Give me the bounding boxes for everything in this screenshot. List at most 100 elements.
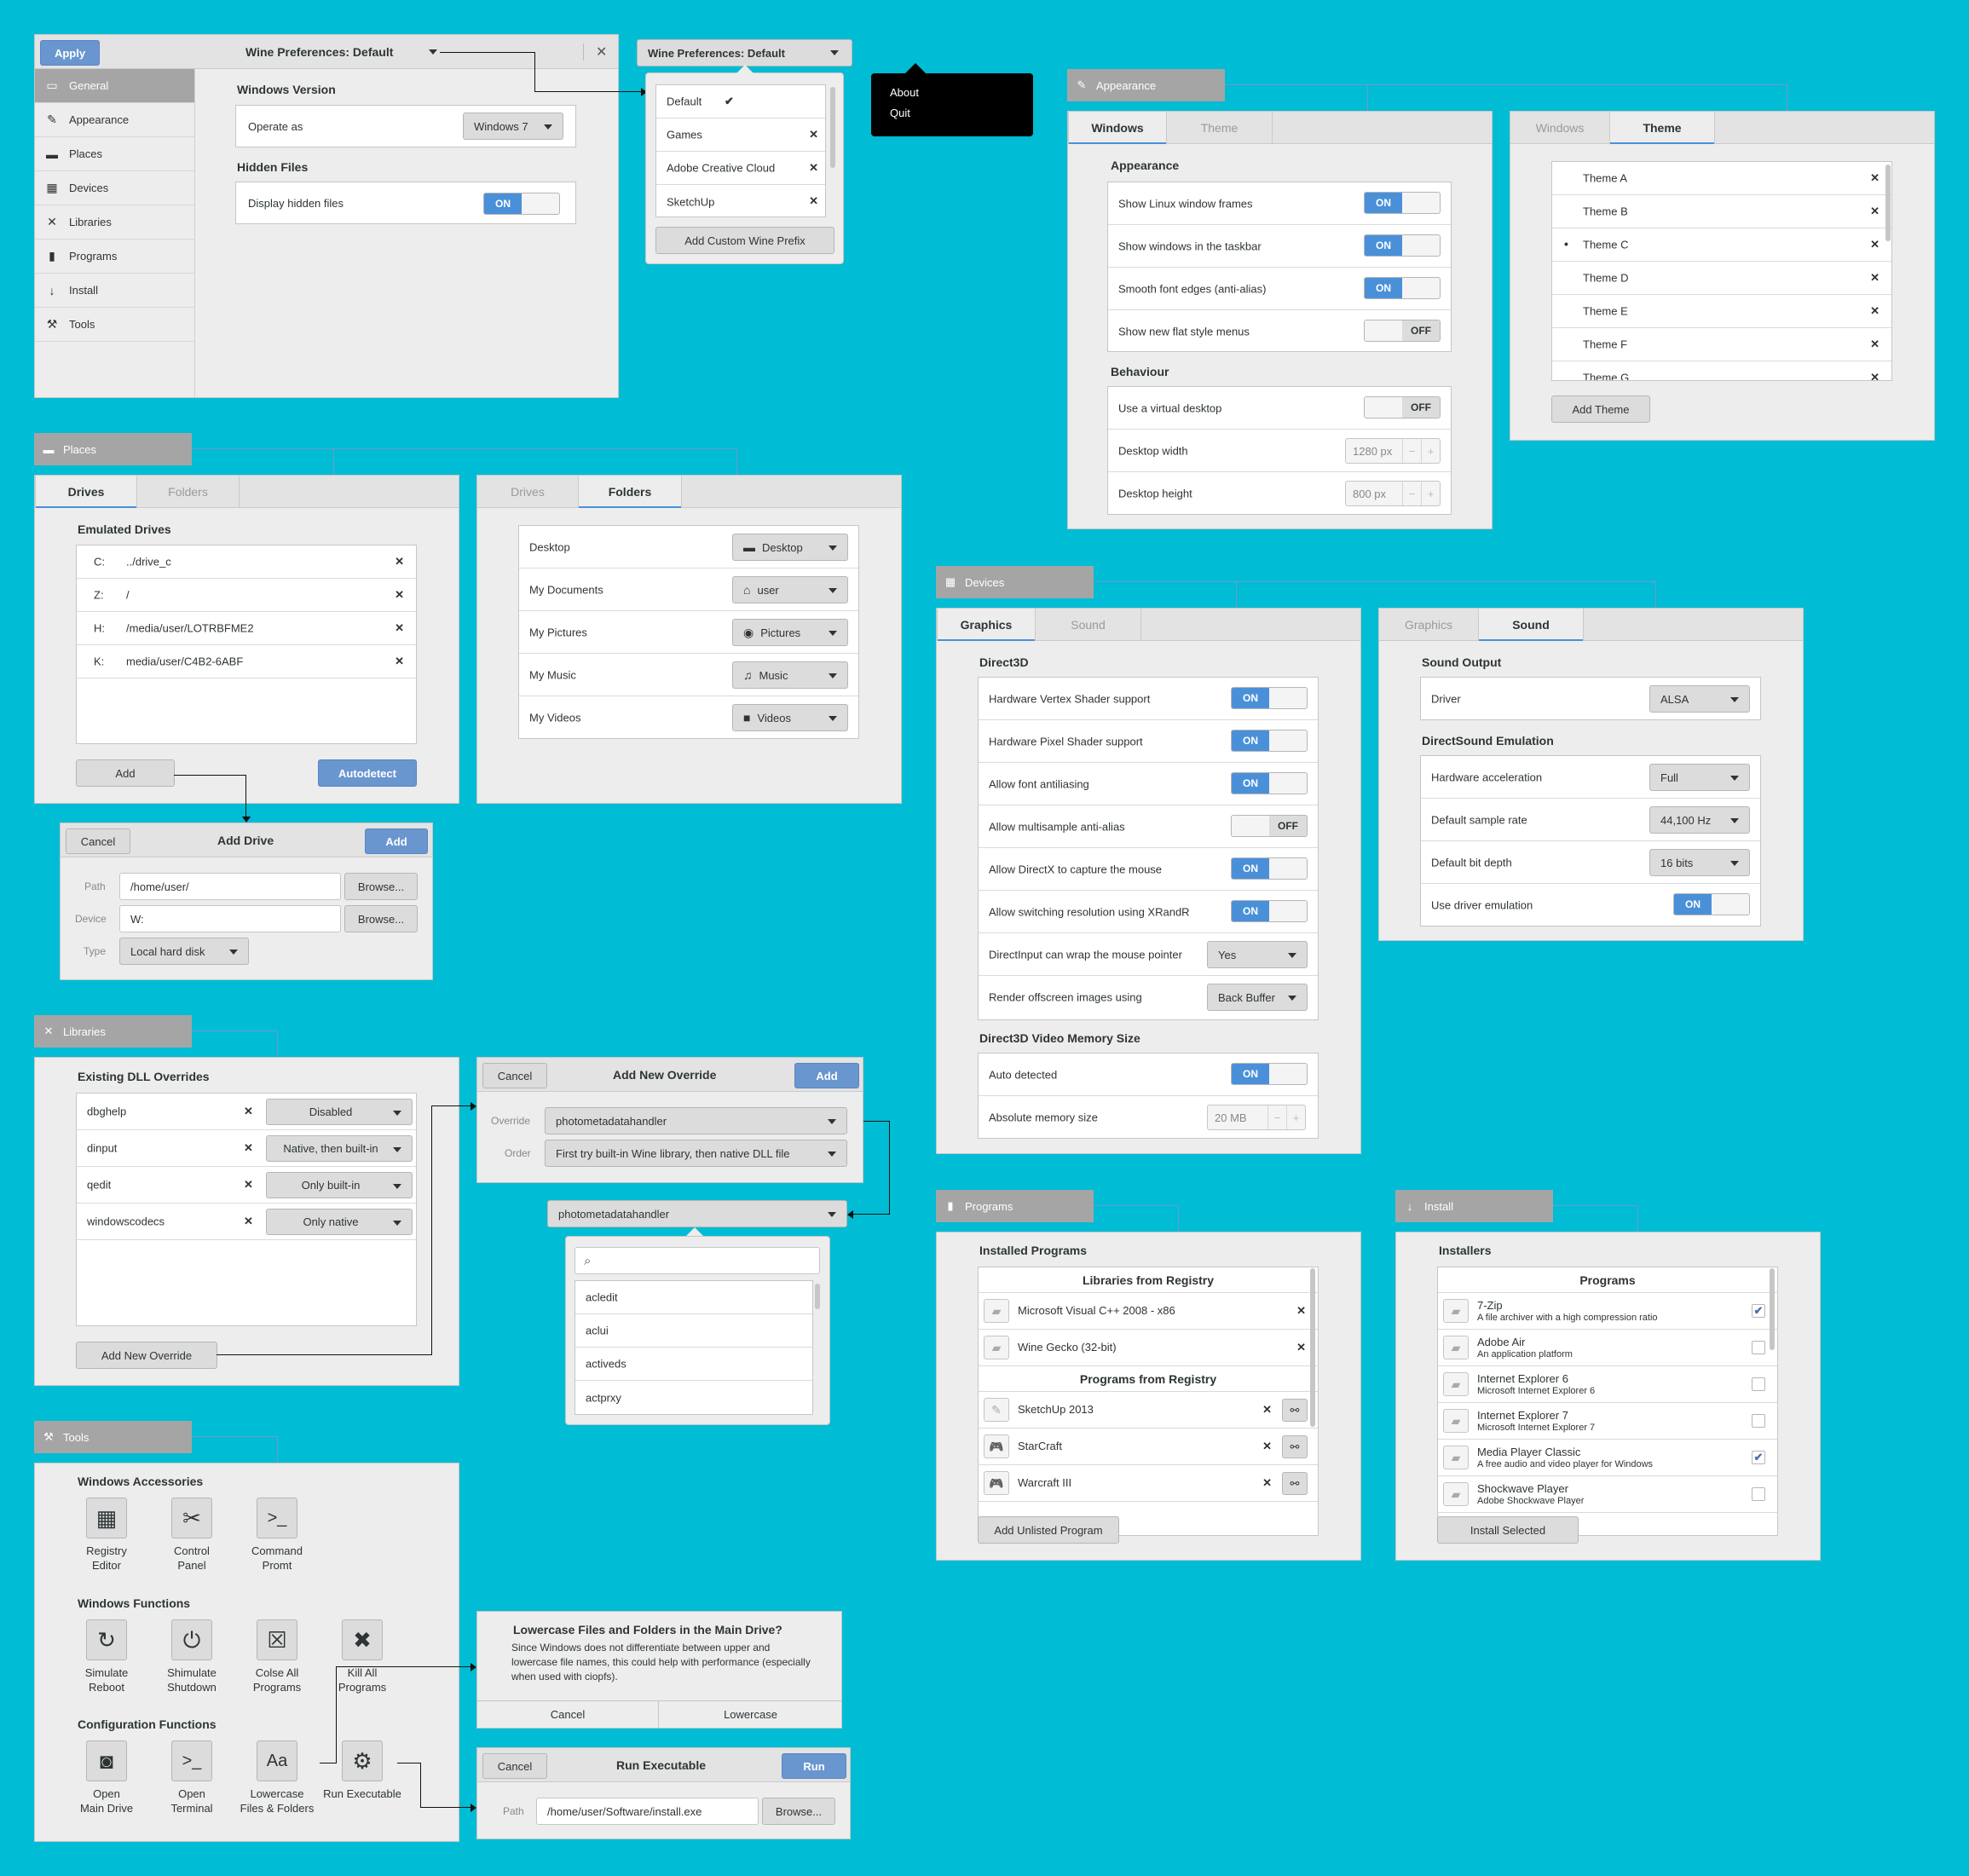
close-icon[interactable]: ✕ [1870, 238, 1880, 251]
menu-item-about[interactable]: About [890, 86, 919, 99]
toggle-switch[interactable]: ON [1231, 857, 1308, 880]
sample-rate-dropdown[interactable]: 44,100 Hz [1649, 806, 1750, 834]
add-unlisted-program-button[interactable]: Add Unlisted Program [978, 1516, 1119, 1544]
drive-row[interactable]: H: /media/user/LOTRBFME2 ✕ [77, 612, 416, 645]
toggle-switch[interactable]: ON [1231, 900, 1308, 922]
memory-spinner[interactable]: 20 MB − + [1207, 1105, 1306, 1130]
sidebar-item-appearance[interactable]: ✎ Appearance [35, 103, 194, 137]
folder-dropdown[interactable]: ♫ Music [732, 661, 848, 689]
sidebar-item-places[interactable]: ▬ Places [35, 137, 194, 171]
tool-lowercase[interactable]: Aa Lowercase Files & Folders [234, 1740, 320, 1815]
cancel-button[interactable]: Cancel [482, 1063, 547, 1088]
tool-shimulate[interactable]: ⏻ Shimulate Shutdown [149, 1619, 234, 1694]
close-icon[interactable]: ✕ [1870, 171, 1880, 185]
scrollbar[interactable] [1310, 1268, 1315, 1427]
prefix-item[interactable]: Games ✕ [656, 118, 825, 152]
installer-row[interactable]: ▰ 7-Zip A file archiver with a high compre… [1438, 1293, 1777, 1330]
program-row[interactable]: 🎮 Warcraft III ✕ ⚯ [979, 1465, 1318, 1502]
tab-graphics[interactable]: Graphics [1379, 609, 1478, 640]
virtual-desktop-switch[interactable]: OFF [1364, 396, 1441, 418]
close-icon[interactable]: ✕ [395, 588, 404, 602]
window-title[interactable]: Wine Preferences: Default [245, 45, 393, 59]
browse-button[interactable]: Browse... [344, 905, 418, 932]
install-selected-button[interactable]: Install Selected [1437, 1516, 1579, 1544]
close-icon[interactable]: ✕ [596, 43, 607, 61]
override-mode-dropdown[interactable]: Only native [266, 1209, 413, 1235]
close-icon[interactable]: ✕ [809, 128, 818, 141]
tool-registry[interactable]: ▦ Registry Editor [64, 1498, 149, 1573]
close-icon[interactable]: ✕ [809, 161, 818, 175]
tool-command[interactable]: >_ Command Promt [234, 1498, 320, 1573]
checkbox[interactable] [1752, 1377, 1765, 1391]
sidebar-item-install[interactable]: ↓ Install [35, 274, 194, 308]
minus-icon[interactable]: − [1267, 1105, 1286, 1129]
close-icon[interactable]: ✕ [1870, 205, 1880, 218]
tab-drives[interactable]: Drives [477, 476, 578, 507]
sidebar-item-programs[interactable]: ▮ Programs [35, 240, 194, 274]
checkbox[interactable]: ✔ [1752, 1304, 1765, 1318]
dll-item[interactable]: activeds [575, 1348, 812, 1381]
add-theme-button[interactable]: Add Theme [1551, 395, 1650, 423]
auto-detected-switch[interactable]: ON [1231, 1063, 1308, 1085]
tab-windows[interactable]: Windows [1068, 112, 1167, 144]
installer-row[interactable]: ▰ Internet Explorer 6 Microsoft Internet E… [1438, 1366, 1777, 1403]
plus-icon[interactable]: + [1286, 1105, 1305, 1129]
program-row[interactable]: ✎ SketchUp 2013 ✕ ⚯ [979, 1392, 1318, 1429]
prefix-item[interactable]: SketchUp ✕ [656, 185, 825, 218]
path-input[interactable]: /home/user/Software/install.exe [536, 1798, 759, 1825]
hidden-files-switch[interactable]: ON [483, 193, 560, 215]
close-icon[interactable]: ✕ [1870, 304, 1880, 318]
chevron-down-icon[interactable] [830, 50, 839, 55]
apply-button[interactable]: Apply [40, 40, 100, 66]
tool-run-executable[interactable]: ⚙ Run Executable [320, 1740, 405, 1801]
installer-row[interactable]: ▰ Media Player Classic A free audio and vi… [1438, 1440, 1777, 1476]
run-button[interactable]: Run [782, 1753, 846, 1779]
scrollbar[interactable] [1885, 165, 1891, 241]
cancel-button[interactable]: Cancel [482, 1753, 547, 1779]
installer-row[interactable]: ▰ Internet Explorer 7 Microsoft Internet E… [1438, 1403, 1777, 1440]
close-icon[interactable]: ✕ [244, 1178, 253, 1192]
theme-row[interactable]: • Theme C ✕ [1552, 228, 1891, 262]
tool-open[interactable]: >_ Open Terminal [149, 1740, 234, 1815]
drive-type-dropdown[interactable]: Local hard disk [119, 938, 249, 965]
toggle-switch[interactable]: ON [1364, 234, 1441, 257]
autodetect-button[interactable]: Autodetect [318, 759, 417, 787]
program-row[interactable]: 🎮 StarCraft ✕ ⚯ [979, 1429, 1318, 1465]
toggle-switch[interactable]: OFF [1364, 320, 1441, 342]
tab-drives[interactable]: Drives [35, 476, 137, 508]
override-mode-dropdown[interactable]: Only built-in [266, 1172, 413, 1198]
tab-theme[interactable]: Theme [1167, 112, 1273, 143]
sidebar-item-tools[interactable]: ⚒ Tools [35, 308, 194, 342]
desktop-width-spinner[interactable]: 1280 px − + [1345, 438, 1441, 464]
checkbox[interactable]: ✔ [1752, 1451, 1765, 1464]
toggle-switch[interactable]: ON [1364, 192, 1441, 214]
drive-row[interactable]: Z: / ✕ [77, 579, 416, 612]
tool-simulate[interactable]: ↻ Simulate Reboot [64, 1619, 149, 1694]
tool-control[interactable]: ✂ Control Panel [149, 1498, 234, 1573]
close-icon[interactable]: ✕ [395, 555, 404, 569]
folder-dropdown[interactable]: ⌂ user [732, 576, 848, 603]
sidebar-item-libraries[interactable]: ✕ Libraries [35, 205, 194, 240]
add-drive-button[interactable]: Add [76, 759, 175, 787]
add-custom-prefix-button[interactable]: Add Custom Wine Prefix [655, 227, 834, 254]
browse-button[interactable]: Browse... [762, 1798, 835, 1825]
prefix-item[interactable]: Default ✔ [656, 85, 825, 118]
wrap-pointer-dropdown[interactable]: Yes [1207, 941, 1308, 968]
plus-icon[interactable]: + [1421, 439, 1440, 463]
render-offscreen-dropdown[interactable]: Back Buffer [1207, 984, 1308, 1011]
driver-dropdown[interactable]: ALSA [1649, 685, 1750, 713]
tool-open[interactable]: ◙ Open Main Drive [64, 1740, 149, 1815]
cancel-button[interactable]: Cancel [477, 1701, 659, 1728]
tab-sound[interactable]: Sound [1478, 609, 1584, 641]
theme-row[interactable]: Theme F ✕ [1552, 328, 1891, 361]
prefix-dropdown-button[interactable]: Wine Preferences: Default [637, 39, 852, 66]
toggle-switch[interactable]: ON [1231, 772, 1308, 794]
close-icon[interactable]: ✕ [1870, 338, 1880, 351]
tab-windows[interactable]: Windows [1510, 112, 1609, 143]
scrollbar[interactable] [1770, 1268, 1775, 1350]
close-icon[interactable]: ✕ [1296, 1341, 1306, 1354]
bit-depth-dropdown[interactable]: 16 bits [1649, 849, 1750, 876]
link-icon[interactable]: ⚯ [1282, 1435, 1308, 1458]
windows-version-dropdown[interactable]: Windows 7 [463, 113, 563, 140]
add-button[interactable]: Add [365, 828, 428, 854]
